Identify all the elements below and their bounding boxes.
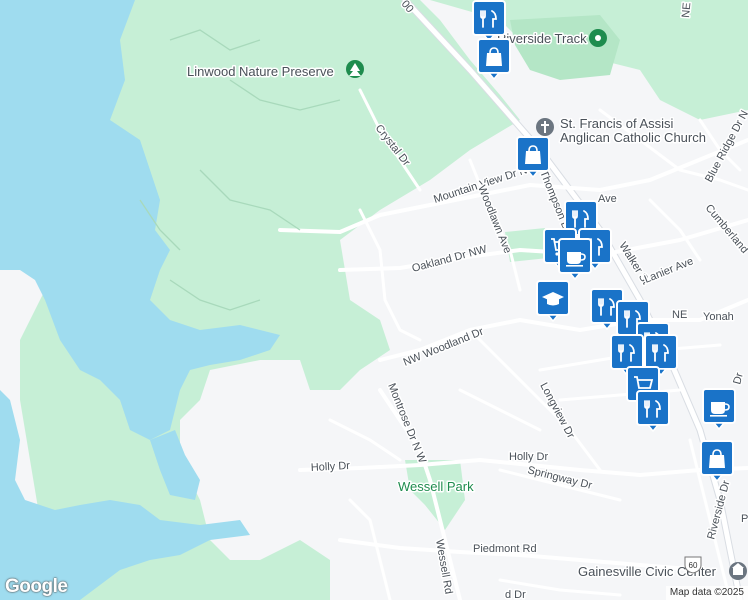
st-francis-label-1: St. Francis of Assisi	[560, 116, 674, 131]
poi-pin[interactable]	[472, 0, 506, 42]
wessell-park-label: Wessell Park	[398, 479, 474, 494]
poi-pin[interactable]	[636, 390, 670, 432]
ne-label: NE	[672, 309, 687, 321]
poi-pin[interactable]	[536, 280, 570, 322]
ave-label: Ave	[598, 193, 617, 205]
church-icon	[536, 118, 554, 136]
park-icon	[346, 60, 364, 78]
poi-pin[interactable]	[558, 238, 592, 280]
holly-dr-east-label: Holly Dr	[509, 451, 548, 463]
google-logo: Google	[5, 576, 68, 597]
yonah-label: Yonah	[703, 311, 734, 323]
poi-pin[interactable]	[700, 440, 734, 482]
track-icon	[589, 29, 607, 47]
holly-dr-west-label: Holly Dr	[311, 460, 351, 474]
cafe-icon	[702, 388, 736, 430]
poi-pin[interactable]	[516, 136, 550, 178]
poi-pin[interactable]	[702, 388, 736, 430]
map-attribution[interactable]: Map data ©2025	[665, 586, 748, 600]
shopping-bag-icon	[516, 136, 550, 178]
d-dr-frag-label: d Dr	[505, 589, 526, 600]
shopping-bag-icon	[477, 38, 511, 80]
restaurant-icon	[636, 390, 670, 432]
route-60-number: 60	[689, 561, 698, 570]
shopping-bag-icon	[700, 440, 734, 482]
cafe-icon	[558, 238, 592, 280]
st-francis-label-2: Anglican Catholic Church	[560, 130, 706, 145]
ne-top-label: NE	[680, 2, 693, 18]
restaurant-icon	[472, 0, 506, 42]
civic-center-icon	[729, 562, 747, 580]
p-frag-label: P	[741, 513, 748, 525]
linwood-label: Linwood Nature Preserve	[187, 64, 334, 79]
route-60-shield: 60	[683, 556, 703, 574]
piedmont-label: Piedmont Rd	[473, 543, 537, 555]
school-icon	[536, 280, 570, 322]
poi-pin[interactable]	[477, 38, 511, 80]
